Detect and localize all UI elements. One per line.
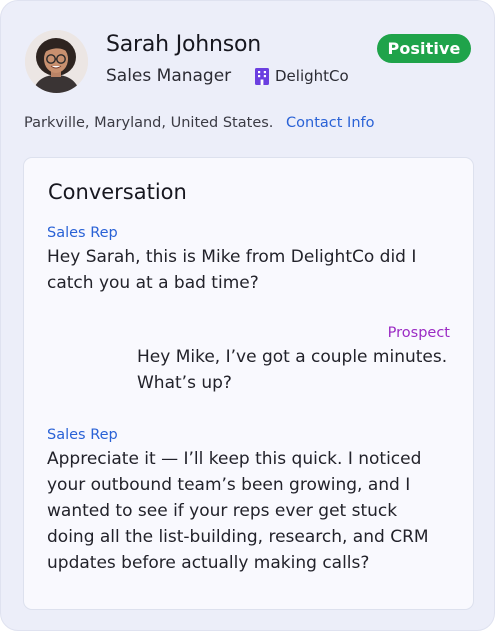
contact-name: Sarah Johnson bbox=[106, 32, 262, 57]
conversation-title: Conversation bbox=[48, 180, 187, 204]
message: Prospect Hey Mike, I’ve got a couple min… bbox=[137, 325, 450, 396]
sentiment-badge: Positive bbox=[377, 34, 471, 63]
contact-card: Sarah Johnson Sales Manager DelightCo Po… bbox=[0, 0, 495, 631]
contact-info-link[interactable]: Contact Info bbox=[286, 115, 374, 131]
message-text: Appreciate it — I’ll keep this quick. I … bbox=[47, 449, 429, 573]
company-name: DelightCo bbox=[275, 67, 349, 85]
conversation-panel: Conversation Sales Rep Hey Sarah, this i… bbox=[23, 157, 474, 610]
message-text: Hey Sarah, this is Mike from DelightCo d… bbox=[47, 247, 417, 293]
location-row: Parkville, Maryland, United States. Cont… bbox=[24, 115, 374, 131]
contact-title: Sales Manager bbox=[106, 66, 232, 86]
speaker-label: Sales Rep bbox=[47, 225, 118, 241]
message: Sales Rep Hey Sarah, this is Mike from D… bbox=[47, 225, 447, 296]
location: Parkville, Maryland, United States. bbox=[24, 115, 274, 131]
avatar bbox=[25, 30, 88, 93]
speaker-label: Sales Rep bbox=[47, 427, 118, 443]
company: DelightCo bbox=[254, 67, 349, 85]
message: Sales Rep Appreciate it — I’ll keep this… bbox=[47, 427, 447, 576]
speaker-label: Prospect bbox=[387, 325, 450, 341]
message-text: Hey Mike, I’ve got a couple minutes. Wha… bbox=[137, 347, 448, 393]
building-icon bbox=[255, 67, 269, 85]
